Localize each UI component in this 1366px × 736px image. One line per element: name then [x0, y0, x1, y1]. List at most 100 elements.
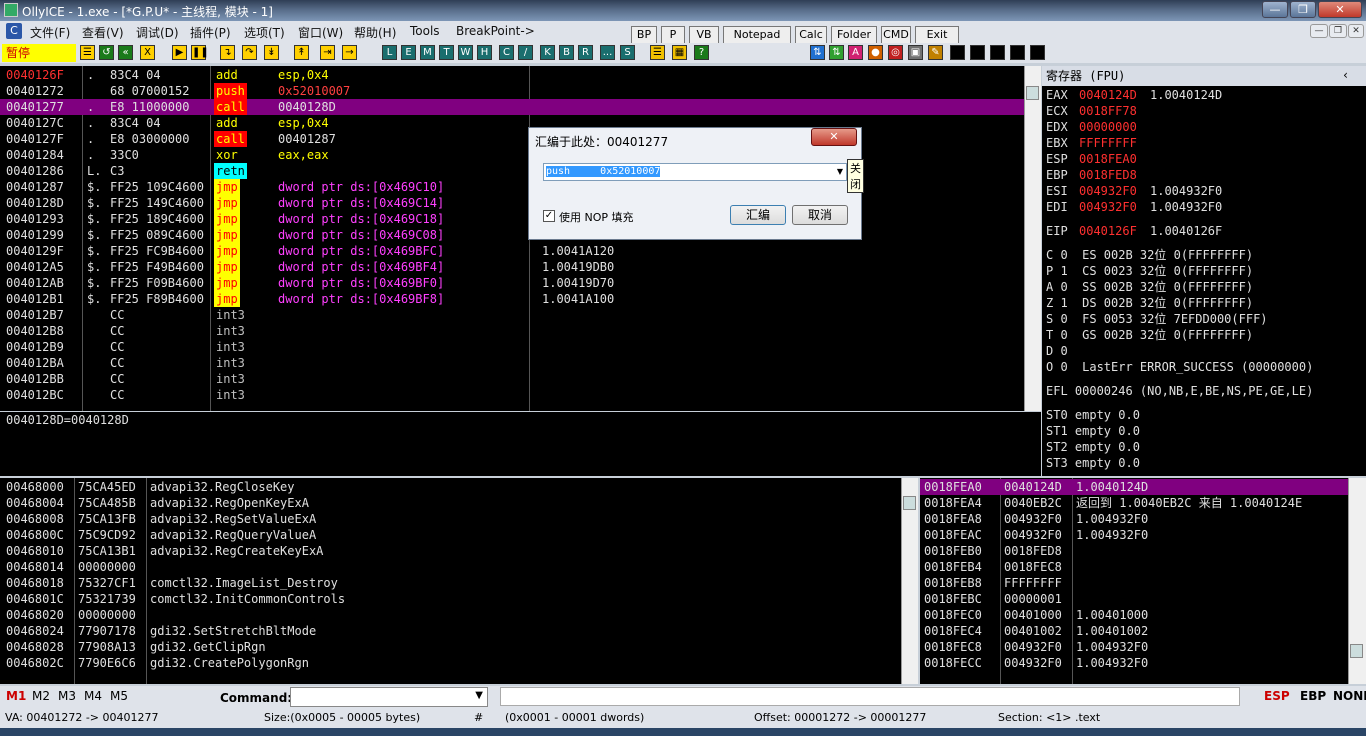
register-row[interactable]: EBX FFFFFFFF: [1046, 135, 1364, 151]
disasm-row[interactable]: 004012BB CC int3: [0, 371, 1024, 387]
toolbar-h[interactable]: H: [477, 45, 492, 60]
list-icon[interactable]: ☰: [650, 45, 665, 60]
cancel-button[interactable]: 取消: [792, 205, 848, 225]
help-icon[interactable]: ?: [694, 45, 709, 60]
disasm-row[interactable]: 00401272 68 07000152 push 0x52010007: [0, 83, 1024, 99]
stack-pane[interactable]: 0018FEA0 0040124D 1.0040124D 0018FEA4 0040EB…: [920, 478, 1348, 684]
disasm-row[interactable]: 00401299 $. FF25 089C4600 jmp dword ptr ds:[…: [0, 227, 1024, 243]
notepad-button[interactable]: Notepad: [723, 26, 791, 44]
stack-row[interactable]: 0018FEC8 004932F0 1.004932F0: [920, 639, 1348, 655]
p-button[interactable]: P: [661, 26, 685, 44]
stack-row[interactable]: 0018FEA0 0040124D 1.0040124D: [920, 479, 1348, 495]
restart-icon[interactable]: ↺: [99, 45, 114, 60]
disasm-row[interactable]: 0040129F $. FF25 FC9B4600 jmp dword ptr ds:[…: [0, 243, 1024, 259]
blank-button-3[interactable]: [990, 45, 1005, 60]
blank-button-5[interactable]: [1030, 45, 1045, 60]
dump-row[interactable]: 00468004 75CA485B advapi32.RegOpenKeyExA: [0, 495, 900, 511]
flag-row[interactable]: T 0 GS 002B 32位 0(FFFFFFFF): [1046, 327, 1253, 343]
menu-view[interactable]: 查看(V): [82, 24, 124, 41]
mem-m1[interactable]: M1: [6, 689, 26, 703]
register-row[interactable]: EDI 004932F0 1.004932F0: [1046, 199, 1364, 215]
stack-row[interactable]: 0018FEBC 00000001: [920, 591, 1348, 607]
flag-row[interactable]: S 0 FS 0053 32位 7EFDD000(FFF): [1046, 311, 1268, 327]
disasm-row[interactable]: 0040127F. E8 03000000 call 00401287: [0, 131, 1024, 147]
menu-plugins[interactable]: 插件(P): [190, 24, 231, 41]
mdi-minimize-button[interactable]: —: [1310, 24, 1328, 38]
register-row[interactable]: EBP 0018FED8: [1046, 167, 1364, 183]
dump-row[interactable]: 00468020 00000000: [0, 607, 900, 623]
reg-esp[interactable]: ESP: [1264, 689, 1290, 703]
refresh-icon[interactable]: ⇅: [810, 45, 825, 60]
dump-row[interactable]: 00468028 77908A13 gdi32.GetClipRgn: [0, 639, 900, 655]
register-row[interactable]: EAX 0040124D 1.0040124D: [1046, 87, 1364, 103]
vb-button[interactable]: VB: [689, 26, 719, 44]
menu-debug[interactable]: 调试(D): [136, 24, 179, 41]
dump-row[interactable]: 0046800C 75C9CD92 advapi32.RegQueryValueA: [0, 527, 900, 543]
chevron-down-icon[interactable]: ▼: [475, 690, 483, 701]
calc-button[interactable]: Calc: [795, 26, 827, 44]
dump-row[interactable]: 00468024 77907178 gdi32.SetStretchBltMode: [0, 623, 900, 639]
stack-scrollbar[interactable]: [1348, 478, 1366, 684]
run-icon[interactable]: ▶: [172, 45, 187, 60]
rewind-icon[interactable]: «: [118, 45, 133, 60]
toolbar-c[interactable]: C: [499, 45, 514, 60]
step-into-icon[interactable]: ↴: [220, 45, 235, 60]
registers-pane[interactable]: 寄存器 (FPU) ‹ EAX 0040124D 1.0040124D ECX 0018…: [1042, 66, 1366, 476]
register-row[interactable]: ESI 004932F0 1.004932F0: [1046, 183, 1364, 199]
mem-m4[interactable]: M4: [84, 689, 102, 703]
register-row[interactable]: ESP 0018FEA0: [1046, 151, 1364, 167]
disassembly-scrollbar[interactable]: [1024, 66, 1041, 411]
nop-checkbox[interactable]: ✓: [543, 210, 555, 222]
cmd-button[interactable]: CMD: [881, 26, 911, 44]
toolbar-b[interactable]: B: [559, 45, 574, 60]
fpu-row[interactable]: ST2 empty 0.0: [1046, 439, 1140, 455]
disasm-row[interactable]: 004012B1 $. FF25 F89B4600 jmp dword ptr ds:[…: [0, 291, 1024, 307]
blank-button-2[interactable]: [970, 45, 985, 60]
dump-row[interactable]: 00468008 75CA13FB advapi32.RegSetValueExA: [0, 511, 900, 527]
fpu-row[interactable]: ST3 empty 0.0: [1046, 455, 1140, 471]
stack-row[interactable]: 0018FEAC 004932F0 1.004932F0: [920, 527, 1348, 543]
mem-m5[interactable]: M5: [110, 689, 128, 703]
stack-row[interactable]: 0018FEC4 00401002 1.00401002: [920, 623, 1348, 639]
dump-row[interactable]: 0046801C 75321739 comctl32.InitCommonContr…: [0, 591, 900, 607]
toolbar-t[interactable]: T: [439, 45, 454, 60]
disasm-row[interactable]: 004012B7 CC int3: [0, 307, 1024, 323]
toolbar-r[interactable]: R: [578, 45, 593, 60]
blank-button-4[interactable]: [1010, 45, 1025, 60]
dump-row[interactable]: 0046802C 7790E6C6 gdi32.CreatePolygonRgn: [0, 655, 900, 671]
mdi-close-button[interactable]: ✕: [1348, 24, 1364, 38]
dump-row[interactable]: 00468018 75327CF1 comctl32.ImageList_Destr…: [0, 575, 900, 591]
stack-row[interactable]: 0018FEC0 00401000 1.00401000: [920, 607, 1348, 623]
dump-scroll-thumb[interactable]: [903, 496, 916, 510]
reg-ebp[interactable]: EBP: [1300, 689, 1326, 703]
stack-row[interactable]: 0018FEA8 004932F0 1.004932F0: [920, 511, 1348, 527]
dump-scrollbar[interactable]: [901, 478, 918, 684]
bp-button[interactable]: BP: [631, 26, 657, 44]
dump-row[interactable]: 00468010 75CA13B1 advapi32.RegCreateKeyExA: [0, 543, 900, 559]
mdi-restore-button[interactable]: ❐: [1329, 24, 1347, 38]
disasm-row[interactable]: 00401293 $. FF25 189C4600 jmp dword ptr ds:[…: [0, 211, 1024, 227]
stack-row[interactable]: 0018FEB0 0018FED8: [920, 543, 1348, 559]
stack-scroll-thumb[interactable]: [1350, 644, 1363, 658]
assemble-button[interactable]: 汇编: [730, 205, 786, 225]
folder-button[interactable]: Folder: [831, 26, 877, 44]
disassembly-pane[interactable]: 0040126F. 83C4 04 add esp,0x4 00401272 68 070…: [0, 66, 1024, 411]
sort-icon[interactable]: ⇅: [829, 45, 844, 60]
register-row-eip[interactable]: EIP 0040126F 1.0040126F: [1046, 223, 1364, 239]
stack-row[interactable]: 0018FEB8 FFFFFFFF: [920, 575, 1348, 591]
step-over-icon[interactable]: ↷: [242, 45, 257, 60]
a-icon[interactable]: A: [848, 45, 863, 60]
blank-button-1[interactable]: [950, 45, 965, 60]
mem-m3[interactable]: M3: [58, 689, 76, 703]
stack-row[interactable]: 0018FECC 004932F0 1.004932F0: [920, 655, 1348, 671]
flag-row[interactable]: C 0 ES 002B 32位 0(FFFFFFFF): [1046, 247, 1253, 263]
disasm-row[interactable]: 0040126F. 83C4 04 add esp,0x4: [0, 67, 1024, 83]
flag-row[interactable]: O 0 LastErr ERROR_SUCCESS (00000000): [1046, 359, 1313, 375]
menu-breakpoint[interactable]: BreakPoint->: [456, 24, 535, 38]
dump-row[interactable]: 00468000 75CA45ED advapi32.RegCloseKey: [0, 479, 900, 495]
flag-row[interactable]: P 1 CS 0023 32位 0(FFFFFFFF): [1046, 263, 1253, 279]
assemble-input[interactable]: push 0x52010007 ▼: [543, 163, 847, 181]
efl-row[interactable]: EFL 00000246 (NO,NB,E,BE,NS,PE,GE,LE): [1046, 383, 1313, 399]
flag-row[interactable]: A 0 SS 002B 32位 0(FFFFFFFF): [1046, 279, 1253, 295]
disasm-row[interactable]: 0040128D $. FF25 149C4600 jmp dword ptr ds:[…: [0, 195, 1024, 211]
